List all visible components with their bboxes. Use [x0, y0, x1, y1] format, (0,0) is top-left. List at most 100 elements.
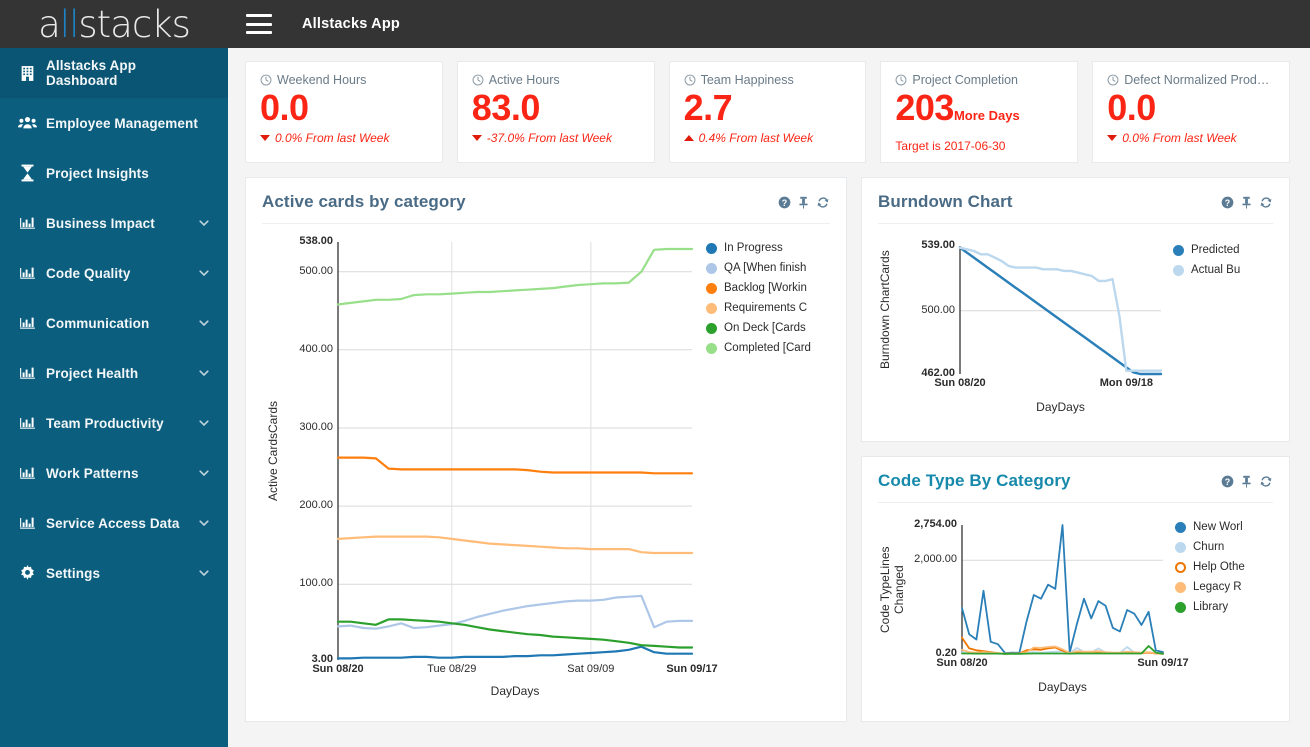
building-icon — [14, 65, 40, 82]
sidebar-item-label: Business Impact — [46, 215, 155, 231]
refresh-icon[interactable] — [1259, 196, 1273, 209]
legend-label: In Progress — [724, 242, 783, 254]
legend-item[interactable]: Requirements C — [706, 298, 841, 318]
kpi-delta: Target is 2017-06-30 — [895, 139, 1006, 153]
chevron-down-icon[interactable] — [198, 567, 210, 579]
bar-chart-icon — [14, 415, 40, 431]
refresh-icon[interactable] — [816, 196, 830, 209]
kpi-title: Weekend Hours — [277, 73, 367, 87]
svg-text:?: ? — [1225, 197, 1230, 207]
legend-swatch — [1173, 244, 1184, 256]
chevron-down-icon[interactable] — [198, 217, 210, 229]
hamburger-icon[interactable] — [246, 14, 272, 34]
svg-text:?: ? — [1225, 476, 1230, 486]
series-line — [336, 645, 694, 660]
legend-item[interactable]: On Deck [Cards — [706, 318, 841, 338]
kpi-delta-row: -37.0% From last Week — [471, 131, 640, 145]
pin-icon[interactable] — [798, 196, 809, 209]
legend-item[interactable]: Churn — [1175, 537, 1283, 557]
legend-item[interactable]: In Progress — [706, 238, 841, 258]
refresh-icon[interactable] — [1259, 475, 1273, 488]
legend-swatch — [706, 342, 717, 354]
main-content: Weekend Hours 0.0 0.0% From last Week Activ… — [228, 48, 1310, 747]
sidebar-item-project-health[interactable]: Project Health — [0, 348, 228, 398]
chevron-down-icon[interactable] — [198, 417, 210, 429]
chevron-down-icon[interactable] — [198, 467, 210, 479]
legend-item[interactable]: QA [When finish — [706, 258, 841, 278]
legend-item[interactable]: New Worl — [1175, 517, 1283, 537]
chart-burndown: 462.00 500.00 539.00 Sun 08/20 Mon 09/18 Burn… — [876, 234, 1275, 424]
sidebar-item-label: Project Health — [46, 365, 139, 381]
kpi-title: Active Hours — [488, 73, 560, 87]
kpi-card-defect-normalized-prod[interactable]: Defect Normalized Prod… 0.0 0.0% From last… — [1092, 61, 1290, 163]
y-tick-label: 539.00 — [921, 239, 955, 251]
help-icon[interactable]: ? — [1221, 475, 1234, 488]
chevron-down-icon[interactable] — [198, 267, 210, 279]
sidebar-item-project-insights[interactable]: Project Insights — [0, 148, 228, 198]
series-line — [958, 246, 1163, 372]
panel-area: Active cards by category ? 3.00 100.00 2… — [245, 177, 1290, 722]
chevron-down-icon[interactable] — [198, 317, 210, 329]
legend-item[interactable]: Predicted — [1173, 240, 1283, 260]
sidebar-item-business-impact[interactable]: Business Impact — [0, 198, 228, 248]
chart-active-cards: 3.00 100.00 200.00 300.00 400.00 500.00 538.00… — [260, 234, 832, 704]
chart-code-type: 0.20 2,000.00 2,754.00 Sun 08/20 Sun 09/17 Co… — [876, 513, 1275, 704]
sidebar-item-label: Team Productivity — [46, 415, 164, 431]
legend-item[interactable]: Library — [1175, 597, 1283, 617]
kpi-value-row: 2.7 — [684, 88, 852, 128]
legend-swatch — [706, 282, 717, 294]
legend-item[interactable]: Backlog [Workin — [706, 278, 841, 298]
sidebar-item-service-access-data[interactable]: Service Access Data — [0, 498, 228, 548]
kpi-card-active-hours[interactable]: Active Hours 83.0 -37.0% From last Week — [456, 61, 655, 163]
kpi-card-weekend-hours[interactable]: Weekend Hours 0.0 0.0% From last Week — [245, 61, 443, 163]
legend-item[interactable]: Legacy R — [1175, 577, 1283, 597]
legend-item[interactable]: Completed [Card — [706, 338, 841, 358]
sidebar-item-code-quality[interactable]: Code Quality — [0, 248, 228, 298]
kpi-delta-row: Target is 2017-06-30 — [895, 139, 1063, 153]
kpi-card-project-completion[interactable]: Project Completion 203More Days Target is … — [880, 61, 1079, 163]
chevron-down-icon[interactable] — [198, 367, 210, 379]
legend-label: Churn — [1193, 541, 1225, 553]
kpi-row: Weekend Hours 0.0 0.0% From last Week Activ… — [245, 61, 1290, 163]
x-axis-title: DayDays — [1038, 680, 1087, 694]
help-icon[interactable]: ? — [778, 196, 791, 209]
chevron-down-icon[interactable] — [198, 517, 210, 529]
sidebar-item-settings[interactable]: Settings — [0, 548, 228, 598]
y-tick-label: 2,000.00 — [914, 553, 957, 566]
pin-icon[interactable] — [1241, 196, 1252, 209]
right-column: Burndown Chart ? 462.00 500.00 539.00 Su… — [861, 177, 1290, 722]
brand-logo[interactable]: allstacks — [0, 0, 228, 48]
kpi-title: Project Completion — [912, 73, 1018, 87]
legend-item[interactable]: Help Othe — [1175, 557, 1283, 577]
kpi-value: 0.0 — [1107, 87, 1156, 128]
bar-chart-icon — [14, 365, 40, 381]
legend-label: Predicted — [1191, 244, 1240, 256]
sidebar-item-communication[interactable]: Communication — [0, 298, 228, 348]
help-icon[interactable]: ? — [1221, 196, 1234, 209]
brand-text-ll: ll — [59, 2, 80, 46]
y-tick-label: 400.00 — [299, 342, 333, 355]
x-axis-title: DayDays — [1036, 400, 1085, 414]
sidebar-item-team-productivity[interactable]: Team Productivity — [0, 398, 228, 448]
x-tick-label: Sat 09/09 — [567, 663, 615, 675]
sidebar-item-allstacks-app-dashboard[interactable]: Allstacks App Dashboard — [0, 48, 228, 98]
sidebar-item-label: Code Quality — [46, 265, 131, 281]
series-line — [336, 594, 694, 630]
y-tick-label: 100.00 — [299, 577, 333, 590]
clock-icon — [1107, 74, 1119, 86]
legend-swatch — [1175, 541, 1186, 553]
pin-icon[interactable] — [1241, 475, 1252, 488]
brand-text-a: a — [38, 2, 61, 46]
kpi-card-team-happiness[interactable]: Team Happiness 2.7 0.4% From last Week — [668, 61, 867, 163]
y-axis-title: Code TypeLines Changed — [878, 546, 906, 633]
legend-item[interactable]: Actual Bu — [1173, 260, 1283, 280]
panel-tools: ? — [1221, 196, 1273, 209]
chart-legend: New Worl Churn Help Othe Legacy R Library — [1175, 517, 1283, 617]
legend-label: Legacy R — [1193, 581, 1242, 593]
kpi-value-suffix: More Days — [953, 108, 1020, 123]
sidebar-item-employee-management[interactable]: Employee Management — [0, 98, 228, 148]
kpi-title: Team Happiness — [700, 73, 794, 87]
sidebar-item-work-patterns[interactable]: Work Patterns — [0, 448, 228, 498]
kpi-value: 203 — [895, 87, 954, 128]
kpi-delta-row: 0.4% From last Week — [683, 131, 852, 145]
